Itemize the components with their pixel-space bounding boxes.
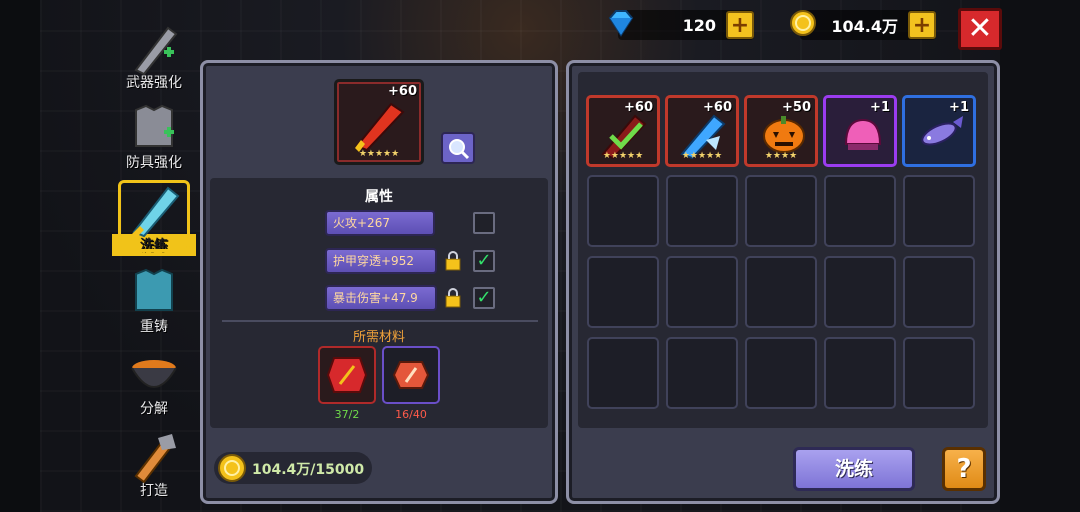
inventory-slot[interactable] bbox=[587, 256, 659, 328]
item-level: +1 bbox=[870, 100, 890, 115]
inventory-slot[interactable] bbox=[745, 175, 817, 247]
background-right-edge bbox=[1000, 0, 1080, 512]
inventory-slot[interactable] bbox=[666, 256, 738, 328]
inventory-slot[interactable] bbox=[587, 337, 659, 409]
nav-armor-upgrade[interactable]: 防具强化 bbox=[112, 100, 196, 172]
lock-icon bbox=[445, 251, 461, 271]
inventory-item-2[interactable]: +60 ★★★★★ bbox=[665, 95, 739, 167]
materials-title: 所需材料 bbox=[352, 330, 405, 345]
divider bbox=[222, 320, 538, 322]
inventory-slot[interactable] bbox=[745, 256, 817, 328]
inventory-slot[interactable] bbox=[587, 175, 659, 247]
inspect-button[interactable] bbox=[441, 132, 475, 164]
armor-upgrade-icon bbox=[135, 104, 174, 147]
inventory-item-3[interactable]: +50 ★★★★ bbox=[744, 95, 818, 167]
nav-label: 重铸 bbox=[140, 319, 168, 335]
item-level: +60 bbox=[703, 100, 732, 115]
gem-counter: 120 + bbox=[608, 10, 754, 40]
background-left-edge bbox=[0, 0, 40, 512]
inventory-slot[interactable] bbox=[666, 175, 738, 247]
inventory-slot[interactable] bbox=[666, 337, 738, 409]
selected-item-card[interactable]: +60 ★★★★★ bbox=[334, 79, 424, 165]
nav-selection-frame bbox=[118, 180, 190, 252]
inventory-slot[interactable] bbox=[824, 337, 896, 409]
attribute-row-1: 火攻+267 bbox=[325, 210, 435, 236]
attribute-lock-checkbox-3[interactable]: ✓ bbox=[473, 287, 495, 309]
material-slot-2[interactable] bbox=[382, 346, 440, 404]
item-level: +60 bbox=[624, 100, 653, 115]
inventory-item-4[interactable]: +1 bbox=[823, 95, 897, 167]
item-level: +50 bbox=[782, 100, 811, 115]
inventory-slot[interactable] bbox=[903, 337, 975, 409]
orange-stone-material-icon bbox=[392, 361, 430, 389]
item-stars: ★★★★★ bbox=[681, 151, 723, 161]
nav-forge[interactable]: 打造 bbox=[112, 428, 196, 500]
fish-weapon-icon bbox=[921, 116, 963, 146]
diamond-icon bbox=[606, 8, 636, 42]
fire-sword-icon bbox=[355, 102, 405, 152]
red-gem-material-icon bbox=[326, 357, 368, 393]
add-coins-button[interactable]: + bbox=[908, 11, 936, 39]
nav-label: 武器强化 bbox=[126, 75, 182, 91]
forge-icon bbox=[134, 434, 176, 484]
material-slot-1[interactable] bbox=[318, 346, 376, 404]
nav-disassemble[interactable]: 分解 bbox=[112, 346, 196, 418]
close-button[interactable]: ✕ bbox=[958, 8, 1002, 50]
add-gems-button[interactable]: + bbox=[726, 11, 754, 39]
inventory-item-5[interactable]: +1 bbox=[902, 95, 976, 167]
sword-upgrade-icon bbox=[134, 26, 178, 76]
gem-value: 120 bbox=[682, 15, 716, 35]
nav-label: 分解 bbox=[140, 401, 168, 417]
coin-counter: 104.4万 + bbox=[790, 10, 936, 40]
material-count-1: 37/2 bbox=[334, 408, 360, 421]
item-level: +1 bbox=[949, 100, 969, 115]
refine-button[interactable]: 洗练 bbox=[793, 447, 915, 491]
pumpkin-icon bbox=[763, 116, 805, 153]
inventory-item-1[interactable]: +60 ★★★★★ bbox=[586, 95, 660, 167]
magnifier-icon bbox=[449, 139, 470, 160]
cost-text: 104.4万/15000 bbox=[252, 462, 365, 478]
pink-slime-icon bbox=[844, 118, 882, 150]
coin-icon bbox=[218, 454, 246, 482]
item-stars: ★★★★★ bbox=[602, 151, 644, 161]
cost-display: 104.4万/15000 bbox=[214, 452, 372, 484]
inventory-slot[interactable] bbox=[903, 256, 975, 328]
material-count-2: 16/40 bbox=[395, 408, 427, 421]
nav-recast[interactable]: 重铸 bbox=[112, 264, 196, 336]
item-stars: ★★★★ bbox=[764, 151, 798, 161]
help-button[interactable]: ? bbox=[942, 447, 986, 491]
attribute-row-2: 护甲穿透+952 bbox=[325, 248, 437, 274]
inventory-slot[interactable] bbox=[745, 337, 817, 409]
attribute-row-3: 暴击伤害+47.9 bbox=[325, 285, 437, 311]
item-level: +60 bbox=[388, 84, 417, 99]
lock-icon bbox=[445, 288, 461, 308]
nav-refine[interactable]: 洗练 bbox=[112, 180, 196, 256]
item-stars: ★★★★★ bbox=[358, 149, 400, 159]
nav-weapon-upgrade[interactable]: 武器强化 bbox=[112, 20, 196, 92]
recast-armor-icon bbox=[135, 268, 173, 311]
coin-value: 104.4万 bbox=[831, 17, 898, 36]
inventory-slot[interactable] bbox=[824, 256, 896, 328]
cauldron-icon bbox=[131, 360, 177, 388]
attributes-title: 属性 bbox=[365, 189, 393, 205]
attribute-lock-checkbox-2[interactable]: ✓ bbox=[473, 250, 495, 272]
inventory-slot[interactable] bbox=[824, 175, 896, 247]
inventory-slot[interactable] bbox=[903, 175, 975, 247]
nav-label: 防具强化 bbox=[126, 155, 182, 171]
nav-label: 打造 bbox=[140, 483, 168, 499]
attribute-lock-checkbox-1[interactable] bbox=[473, 212, 495, 234]
coin-icon bbox=[788, 8, 818, 42]
